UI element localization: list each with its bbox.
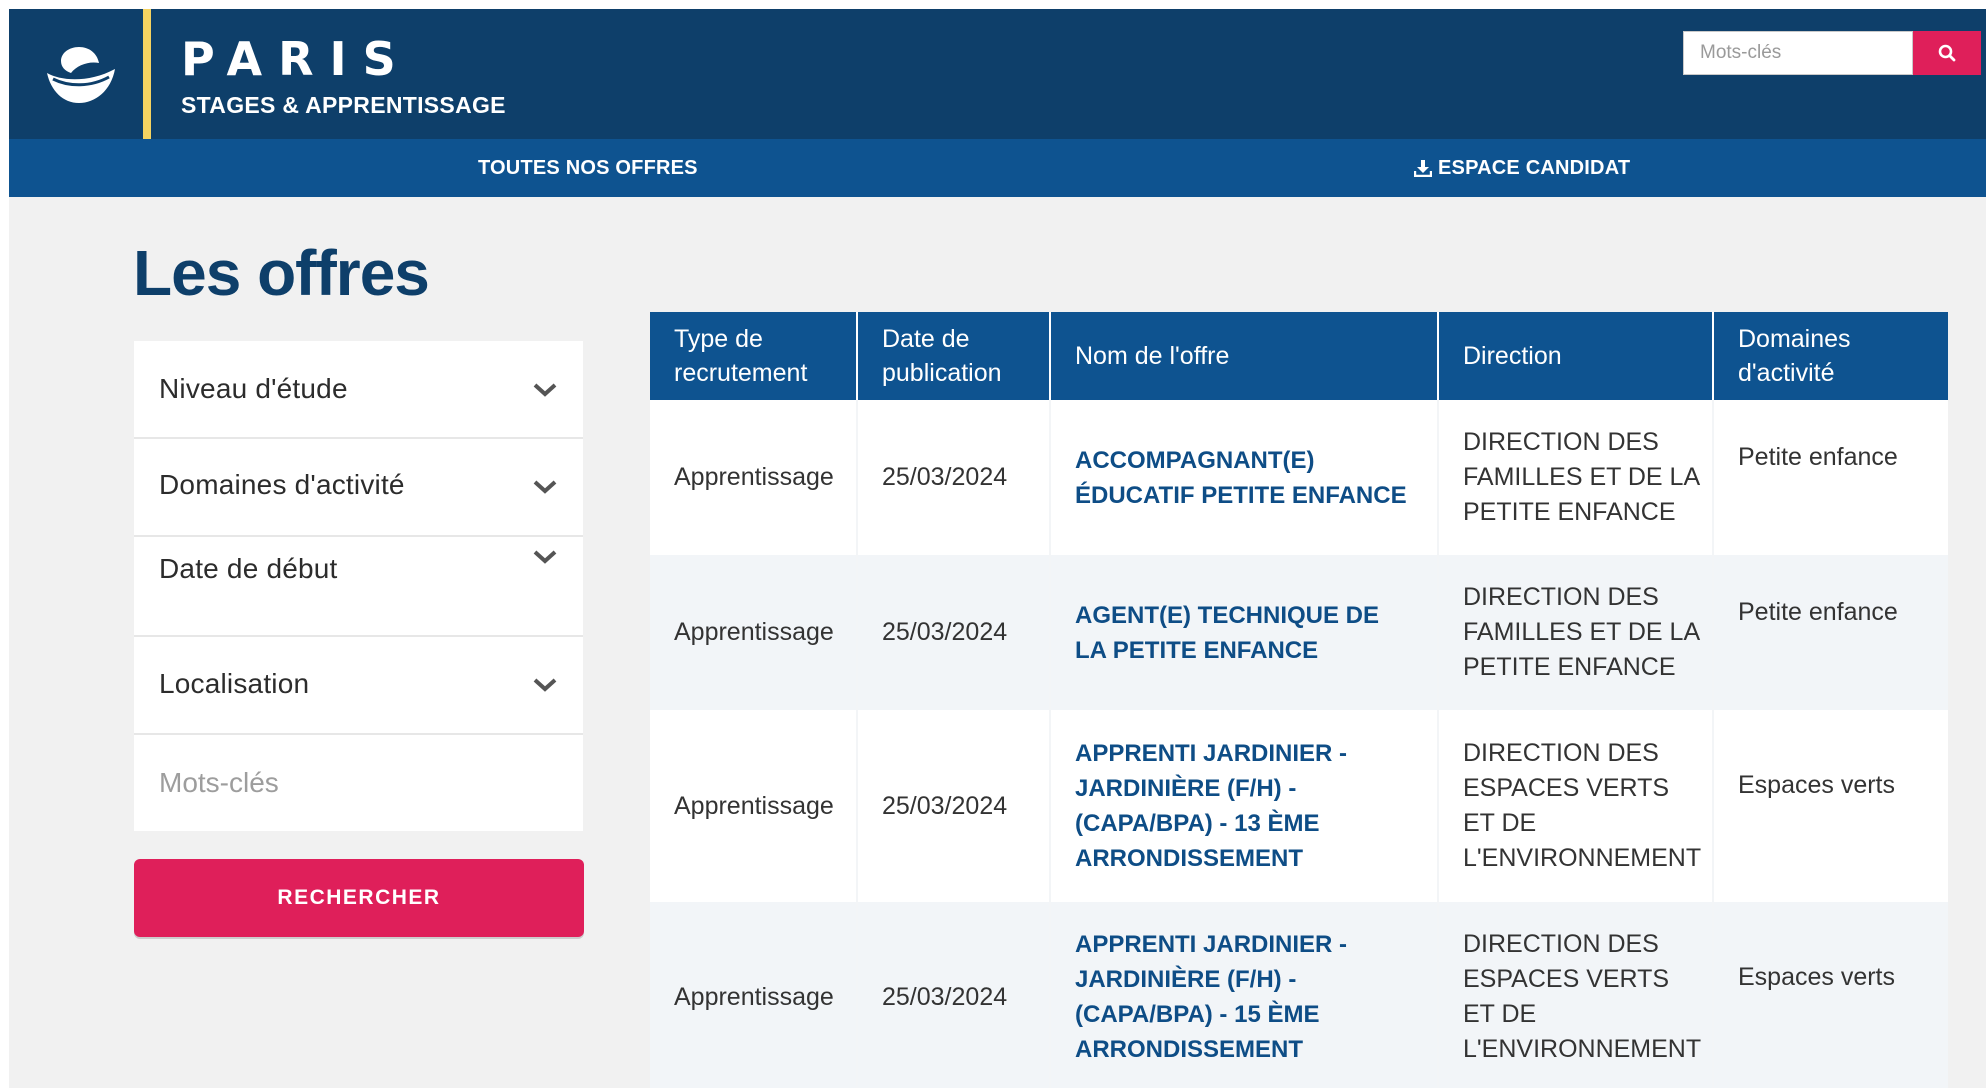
cell-direction: DIRECTION DES FAMILLES ET DE LA PETITE E… xyxy=(1438,555,1714,710)
table-row: Apprentissage 25/03/2024 AGENT(E) TECHNI… xyxy=(650,555,1948,710)
search-icon xyxy=(1938,44,1956,62)
cell-direction: DIRECTION DES ESPACES VERTS ET DE L'ENVI… xyxy=(1438,710,1714,902)
nav-all-offers-label: TOUTES NOS OFFRES xyxy=(478,157,698,179)
table-row: Apprentissage 25/03/2024 APPRENTI JARDIN… xyxy=(650,710,1948,902)
offer-title-link[interactable]: APPRENTI JARDINIER - JARDINIÈRE (F/H) - … xyxy=(1050,902,1439,1088)
filter-activity-domains[interactable]: Domaines d'activité xyxy=(134,439,583,537)
cell-publication-date: 25/03/2024 xyxy=(857,710,1051,902)
page-title: Les offres xyxy=(133,237,430,309)
filter-panel: Niveau d'étude Domaines d'activité Date … xyxy=(134,341,583,831)
header-direction[interactable]: Direction xyxy=(1438,312,1714,400)
chevron-down-icon xyxy=(533,383,557,397)
cell-publication-date: 25/03/2024 xyxy=(857,400,1051,555)
header-offer-name[interactable]: Nom de l'offre xyxy=(1050,312,1439,400)
cell-recruitment-type: Apprentissage xyxy=(650,555,858,710)
main-nav: TOUTES NOS OFFRES ESPACE CANDIDAT xyxy=(9,139,1986,197)
cell-direction: DIRECTION DES ESPACES VERTS ET DE L'ENVI… xyxy=(1438,902,1714,1088)
page: PARIS STAGES & APPRENTISSAGE TOUTES NOS … xyxy=(9,9,1986,1088)
filter-start-date-label: Date de début xyxy=(159,553,338,584)
brand-title[interactable]: PARIS xyxy=(181,33,412,85)
nav-all-offers[interactable]: TOUTES NOS OFFRES xyxy=(478,139,698,197)
offer-title-link[interactable]: APPRENTI JARDINIER - JARDINIÈRE (F/H) - … xyxy=(1050,710,1439,902)
table-row: Apprentissage 25/03/2024 ACCOMPAGNANT(E)… xyxy=(650,400,1948,555)
header-recruitment-type[interactable]: Type de recrutement xyxy=(650,312,858,400)
chevron-down-icon xyxy=(533,480,557,494)
filter-study-level-label: Niveau d'étude xyxy=(159,373,348,404)
header-search-input[interactable] xyxy=(1683,31,1913,75)
offers-table: Type de recrutement Date de publication … xyxy=(650,312,1948,1088)
search-button[interactable]: RECHERCHER xyxy=(134,859,584,937)
nav-candidate-space[interactable]: ESPACE CANDIDAT xyxy=(1414,139,1630,197)
cell-activity-domain: Espaces verts xyxy=(1713,902,1948,1088)
cell-recruitment-type: Apprentissage xyxy=(650,710,858,902)
cell-activity-domain: Petite enfance xyxy=(1713,400,1948,555)
cell-activity-domain: Espaces verts xyxy=(1713,710,1948,902)
download-icon xyxy=(1414,160,1432,177)
table-row: Apprentissage 25/03/2024 APPRENTI JARDIN… xyxy=(650,902,1948,1088)
keywords-input[interactable] xyxy=(134,735,583,831)
cell-recruitment-type: Apprentissage xyxy=(650,400,858,555)
filter-activity-domains-label: Domaines d'activité xyxy=(159,469,405,500)
filter-location-label: Localisation xyxy=(159,668,310,699)
table-header-row: Type de recrutement Date de publication … xyxy=(650,312,1948,400)
cell-activity-domain: Petite enfance xyxy=(1713,555,1948,710)
offer-title-link[interactable]: ACCOMPAGNANT(E) ÉDUCATIF PETITE ENFANCE xyxy=(1050,400,1439,555)
cell-publication-date: 25/03/2024 xyxy=(857,555,1051,710)
brand-subtitle: STAGES & APPRENTISSAGE xyxy=(181,92,506,118)
header-search xyxy=(1683,31,1981,75)
filter-study-level[interactable]: Niveau d'étude xyxy=(134,341,583,439)
site-header: PARIS STAGES & APPRENTISSAGE xyxy=(9,9,1986,139)
chevron-down-icon xyxy=(533,678,557,692)
cell-direction: DIRECTION DES FAMILLES ET DE LA PETITE E… xyxy=(1438,400,1714,555)
cell-recruitment-type: Apprentissage xyxy=(650,902,858,1088)
filter-location[interactable]: Localisation xyxy=(134,637,583,735)
header-publication-date[interactable]: Date de publication xyxy=(857,312,1051,400)
header-activity-domains[interactable]: Domaines d'activité xyxy=(1713,312,1948,400)
header-search-button[interactable] xyxy=(1913,31,1981,75)
paris-boat-logo[interactable] xyxy=(43,43,119,107)
logo-divider xyxy=(143,9,151,139)
cell-publication-date: 25/03/2024 xyxy=(857,902,1051,1088)
chevron-down-icon xyxy=(533,550,557,564)
filter-start-date[interactable]: Date de début xyxy=(134,537,583,637)
offer-title-link[interactable]: AGENT(E) TECHNIQUE DE LA PETITE ENFANCE xyxy=(1050,555,1439,710)
nav-candidate-space-label: ESPACE CANDIDAT xyxy=(1438,157,1631,179)
